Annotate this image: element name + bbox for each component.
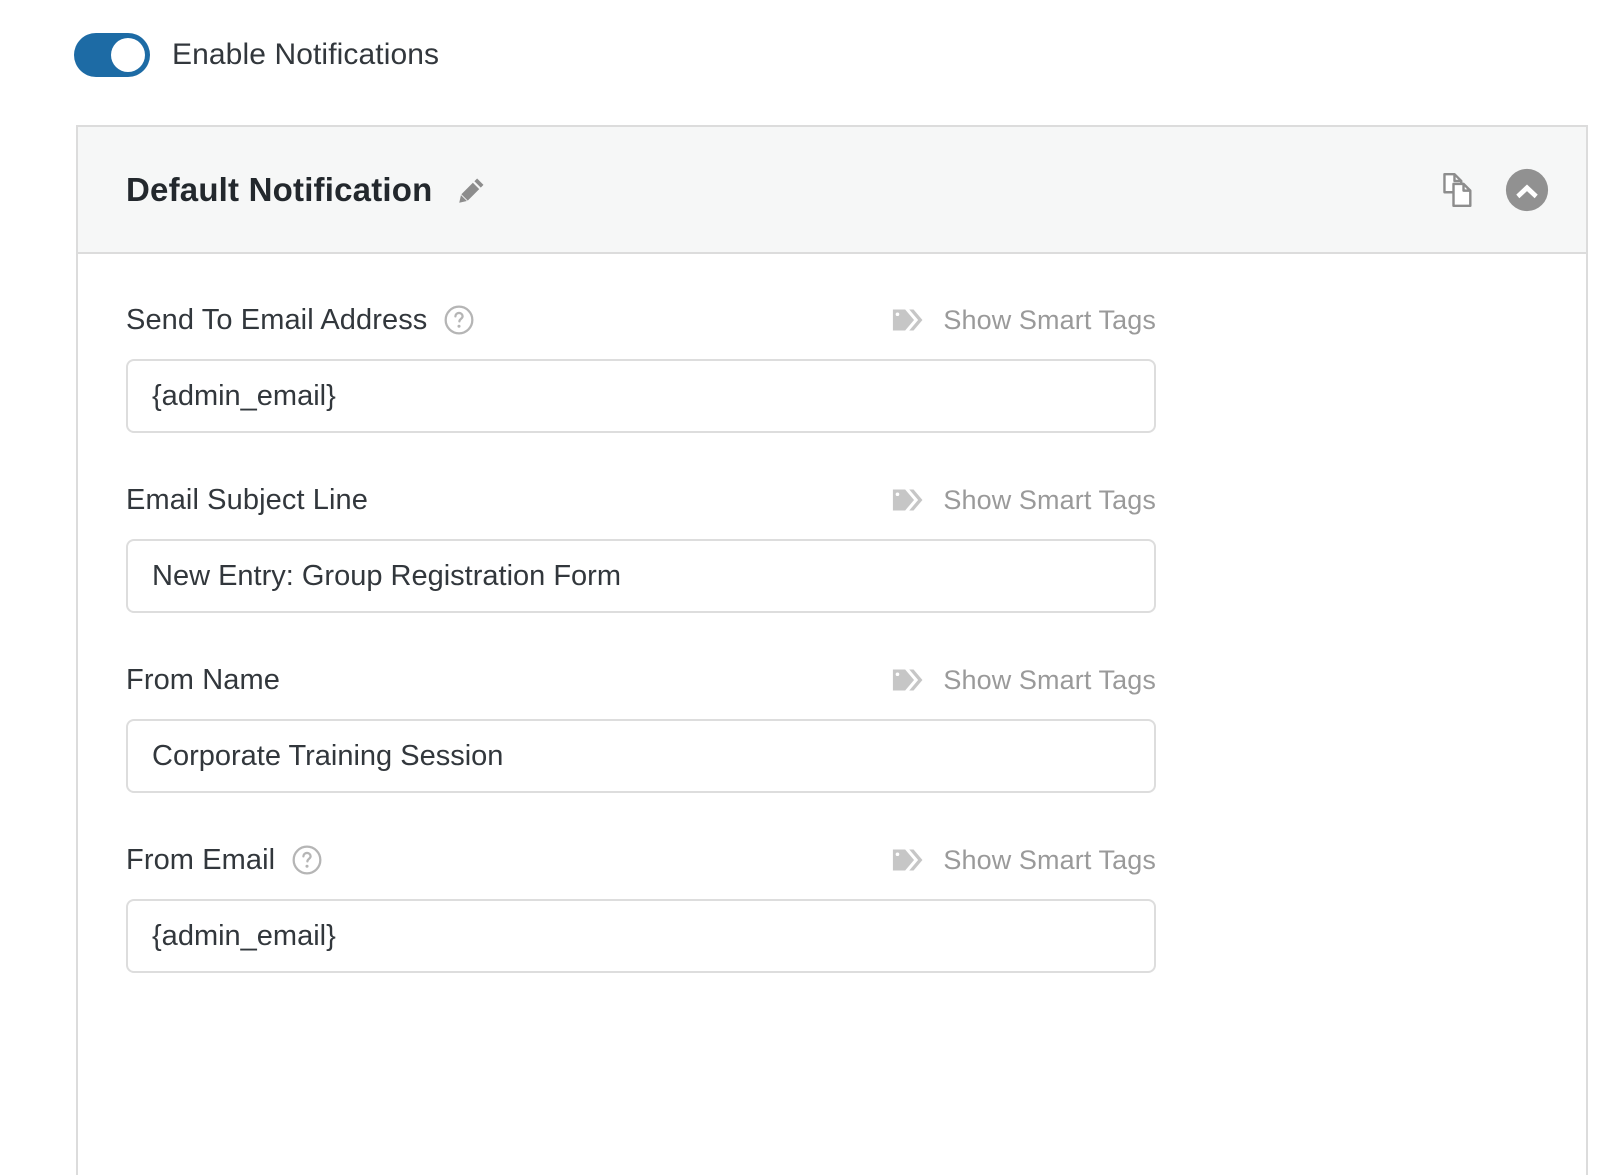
tags-icon <box>891 306 927 334</box>
tags-icon <box>891 846 927 874</box>
question-circle-icon[interactable] <box>291 844 323 876</box>
from-name-input[interactable]: Corporate Training Session <box>126 719 1156 793</box>
show-smart-tags-button[interactable]: Show Smart Tags <box>891 305 1156 336</box>
show-smart-tags-button[interactable]: Show Smart Tags <box>891 485 1156 516</box>
show-smart-tags-label: Show Smart Tags <box>943 664 1156 695</box>
tags-icon <box>891 486 927 514</box>
field-header: Send To Email Address Show Smart Tags <box>126 300 1156 340</box>
tags-icon <box>891 666 927 694</box>
enable-notifications-toggle[interactable] <box>74 33 150 77</box>
show-smart-tags-button[interactable]: Show Smart Tags <box>891 845 1156 876</box>
notification-panel: Default Notification Send To Email Addre… <box>76 125 1588 1175</box>
show-smart-tags-label: Show Smart Tags <box>943 484 1156 515</box>
chevron-up-circle-icon[interactable] <box>1504 167 1550 213</box>
notification-title-group: Default Notification <box>126 171 1438 209</box>
send-to-email-address-input[interactable]: {admin_email} <box>126 359 1156 433</box>
field-label: Send To Email Address <box>126 303 428 336</box>
field-from-name: From Name Show Smart Tags Corporate Trai… <box>126 660 1538 793</box>
show-smart-tags-button[interactable]: Show Smart Tags <box>891 665 1156 696</box>
show-smart-tags-label: Show Smart Tags <box>943 304 1156 335</box>
field-header: From Name Show Smart Tags <box>126 660 1156 700</box>
toggle-knob <box>111 38 145 72</box>
enable-notifications-label: Enable Notifications <box>172 38 440 71</box>
notification-panel-header: Default Notification <box>78 127 1586 254</box>
field-label: From Email <box>126 843 276 876</box>
field-email-subject-line: Email Subject Line Show Smart Tags New E… <box>126 480 1538 613</box>
duplicate-icon[interactable] <box>1438 169 1480 211</box>
notification-panel-actions <box>1438 167 1550 213</box>
field-header: From Email Show Smart Tags <box>126 840 1156 880</box>
field-from-email: From Email Show Smart Tags {admin_email} <box>126 840 1538 973</box>
enable-notifications-row: Enable Notifications <box>74 33 439 77</box>
show-smart-tags-label: Show Smart Tags <box>943 844 1156 875</box>
notification-title: Default Notification <box>126 170 433 208</box>
field-header: Email Subject Line Show Smart Tags <box>126 480 1156 520</box>
field-label: From Name <box>126 663 280 696</box>
pencil-icon[interactable] <box>455 173 489 207</box>
email-subject-line-input[interactable]: New Entry: Group Registration Form <box>126 539 1156 613</box>
question-circle-icon[interactable] <box>443 304 475 336</box>
notification-panel-body: Send To Email Address Show Smart Tags {a… <box>78 254 1586 973</box>
from-email-input[interactable]: {admin_email} <box>126 899 1156 973</box>
field-send-to-email-address: Send To Email Address Show Smart Tags {a… <box>126 300 1538 433</box>
field-label: Email Subject Line <box>126 483 368 516</box>
